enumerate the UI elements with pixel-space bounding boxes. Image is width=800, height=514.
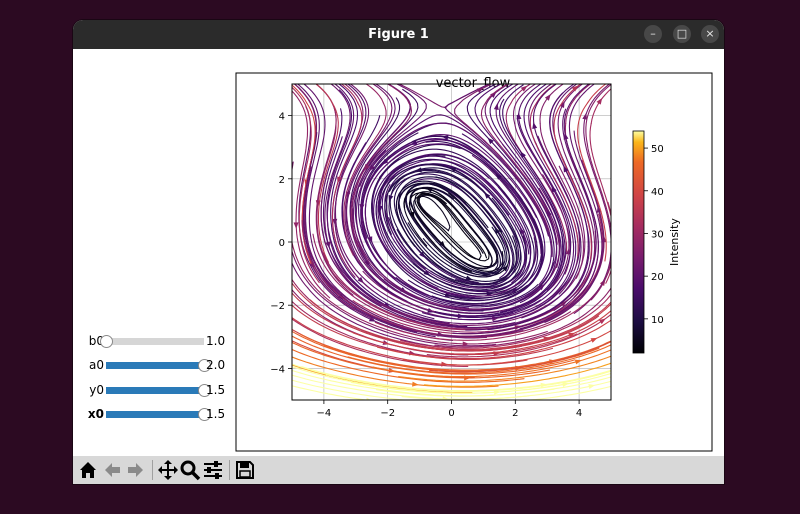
stream-line xyxy=(365,84,384,104)
forward-arrow-icon xyxy=(128,463,143,477)
y-tick-label: −2 xyxy=(270,301,285,312)
back-arrow-icon xyxy=(105,463,120,477)
forward-button[interactable] xyxy=(125,459,147,481)
stream-arrow xyxy=(365,397,373,400)
stream-line xyxy=(331,84,355,186)
colorbar-label: Intensity xyxy=(668,218,681,266)
home-button[interactable] xyxy=(77,459,99,481)
stream-line xyxy=(592,385,611,392)
x-tick-label: −2 xyxy=(380,408,395,419)
window-title: Figure 1 xyxy=(368,27,429,42)
figure-canvas: b01.0a02.0y01.5x01.5 vector_flow xyxy=(73,49,724,456)
stream-arrow xyxy=(588,384,596,389)
colorbar-tick-label: 40 xyxy=(651,187,664,198)
back-button[interactable] xyxy=(101,459,123,481)
stream-arrow xyxy=(590,337,598,343)
stream-line xyxy=(292,288,313,309)
y-tick-label: 0 xyxy=(279,238,285,249)
subplots-config-icon xyxy=(204,461,222,479)
configure-subplots-button[interactable] xyxy=(202,459,224,481)
minimize-button[interactable]: – xyxy=(644,25,662,43)
x-tick-label: 0 xyxy=(448,408,454,419)
colorbar-tick-label: 20 xyxy=(651,272,664,283)
x-tick-label: −4 xyxy=(317,408,332,419)
colorbar-tick-label: 50 xyxy=(651,144,664,155)
figure-window: Figure 1 – □ × b0 1.0 a0 2.0 y0 1.5 x0 1.5 xyxy=(73,20,724,484)
stream-line xyxy=(293,84,318,186)
stream-arrow xyxy=(574,359,582,365)
colorbar-tick-label: 10 xyxy=(651,315,664,326)
pan-button[interactable] xyxy=(157,459,179,481)
colorbar xyxy=(632,130,645,354)
stream-arrow xyxy=(293,222,299,229)
zoom-magnifier-icon xyxy=(180,460,201,481)
stream-line xyxy=(337,389,411,400)
stream-line xyxy=(315,84,337,125)
colorbar-tick-label: 30 xyxy=(651,229,664,240)
stream-arrow xyxy=(412,381,419,387)
x-axis-ticks: −4 −2 0 2 4 xyxy=(317,400,582,419)
navigation-toolbar xyxy=(73,456,724,484)
stream-arrow xyxy=(493,103,499,110)
toolbar-separator xyxy=(229,460,230,480)
y-axis-ticks: 4 2 0 −2 −4 xyxy=(270,112,292,375)
y-tick-label: 4 xyxy=(279,112,285,123)
stream-arrow xyxy=(359,204,365,211)
y-tick-label: −4 xyxy=(270,364,285,375)
stream-line xyxy=(535,84,557,104)
x-tick-label: 4 xyxy=(576,408,582,419)
toolbar-separator xyxy=(152,460,153,480)
stream-line xyxy=(315,84,333,104)
home-icon xyxy=(80,462,96,478)
zoom-button[interactable] xyxy=(179,459,201,481)
colorbar-ticks: 50 40 30 20 10 xyxy=(644,144,664,326)
close-button[interactable]: × xyxy=(701,25,719,43)
plot-area: vector_flow −4 −2 0 2 4 420−2−4 5040302010 I… xyxy=(235,72,713,452)
stream-line xyxy=(292,369,390,392)
y-tick-label: 2 xyxy=(279,175,285,186)
stream-line xyxy=(398,84,435,104)
save-disk-icon xyxy=(236,461,254,479)
stream-line xyxy=(292,318,309,330)
title-bar[interactable]: Figure 1 – □ × xyxy=(73,20,724,49)
save-button[interactable] xyxy=(234,459,256,481)
maximize-button[interactable]: □ xyxy=(673,25,691,43)
pan-move-icon xyxy=(158,460,178,480)
x-tick-label: 2 xyxy=(512,408,518,419)
